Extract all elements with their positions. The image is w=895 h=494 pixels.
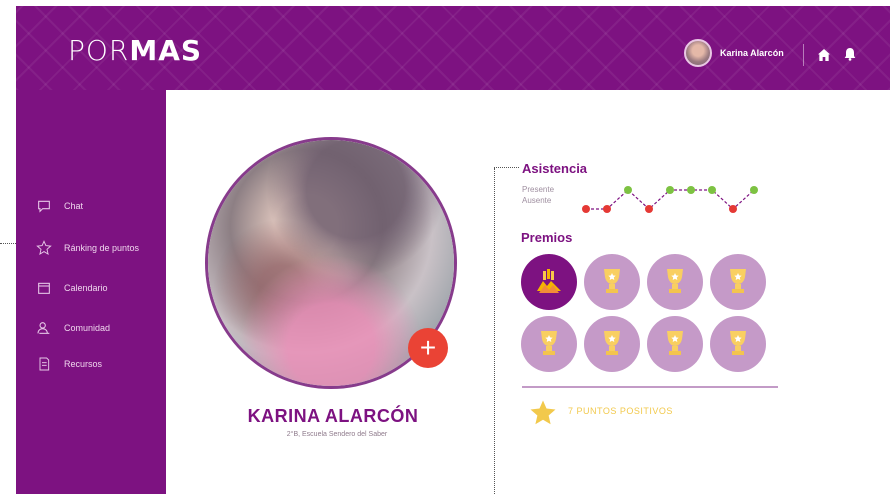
- header-divider: [803, 44, 804, 66]
- app-frame: PORMAS Karina Alarcón Chat Ránking de pu…: [16, 6, 890, 494]
- sidebar-item-ranking[interactable]: Ránking de puntos: [36, 238, 139, 258]
- attendance-point[interactable]: [729, 205, 737, 213]
- award-badge-earned[interactable]: [521, 254, 577, 310]
- dotted-guide-horizontal: [494, 167, 519, 168]
- positive-points-label: 7 PUNTOS POSITIVOS: [568, 406, 673, 416]
- attendance-point[interactable]: [687, 186, 695, 194]
- chat-icon: [38, 200, 50, 213]
- hands-icon: [537, 269, 561, 293]
- trophy-icon: [730, 269, 746, 293]
- award-badge[interactable]: [521, 316, 577, 372]
- attendance-point[interactable]: [624, 186, 632, 194]
- resources-icon: [39, 357, 50, 371]
- left-dotted-guide: [0, 243, 16, 244]
- student-school: 2°B, Escuela Sendero del Saber: [286, 431, 388, 438]
- add-photo-button[interactable]: +: [408, 328, 448, 368]
- trophy-icon: [730, 331, 746, 355]
- sidebar-item-label: Recursos: [64, 359, 103, 369]
- star-icon: [36, 240, 52, 255]
- award-badge[interactable]: [584, 316, 640, 372]
- community-icon: [37, 322, 50, 334]
- award-badge[interactable]: [710, 316, 766, 372]
- trophy-icon: [541, 331, 557, 355]
- positive-points-star-icon: [530, 400, 556, 425]
- attendance-point[interactable]: [603, 205, 611, 213]
- app-logo[interactable]: PORMAS: [68, 34, 202, 67]
- sidebar-item-label: Comunidad: [64, 323, 111, 333]
- awards-divider: [522, 386, 778, 388]
- sidebar: Chat Ránking de puntos Calendario Comuni…: [16, 90, 166, 494]
- award-badge[interactable]: [710, 254, 766, 310]
- dotted-guide-vertical: [494, 168, 495, 494]
- attendance-point[interactable]: [645, 205, 653, 213]
- trophy-icon: [604, 269, 620, 293]
- attendance-title: Asistencia: [522, 161, 588, 176]
- sidebar-item-community[interactable]: Comunidad: [36, 318, 110, 338]
- sidebar-item-resources[interactable]: Recursos: [36, 354, 102, 374]
- attendance-point[interactable]: [666, 186, 674, 194]
- logo-part-1: POR: [68, 34, 130, 67]
- trophy-icon: [667, 269, 683, 293]
- student-name: KARINA ALARCÓN: [247, 406, 419, 426]
- trophy-icon: [604, 331, 620, 355]
- user-name: Karina Alarcón: [720, 48, 784, 58]
- award-badge[interactable]: [647, 316, 703, 372]
- notification-bell-icon[interactable]: [842, 46, 858, 62]
- sidebar-item-label: Calendario: [64, 283, 108, 293]
- attendance-point[interactable]: [750, 186, 758, 194]
- sidebar-item-label: Ránking de puntos: [64, 243, 140, 253]
- trophy-icon: [667, 331, 683, 355]
- home-icon[interactable]: [816, 47, 832, 63]
- sidebar-item-chat[interactable]: Chat: [36, 196, 83, 216]
- sidebar-item-label: Chat: [64, 201, 84, 211]
- logo-part-2: MAS: [129, 34, 203, 67]
- award-badge[interactable]: [584, 254, 640, 310]
- attendance-point[interactable]: [582, 205, 590, 213]
- attendance-point[interactable]: [708, 186, 716, 194]
- avatar: [684, 39, 712, 67]
- top-header: PORMAS Karina Alarcón: [16, 6, 890, 90]
- calendar-icon: [38, 282, 50, 294]
- sidebar-item-calendar[interactable]: Calendario: [36, 278, 108, 298]
- legend-absent: Ausente: [522, 196, 552, 205]
- attendance-chart: [582, 186, 758, 213]
- legend-present: Presente: [522, 185, 555, 194]
- awards-title: Premios: [521, 230, 573, 245]
- award-badge[interactable]: [647, 254, 703, 310]
- user-profile[interactable]: Karina Alarcón: [684, 39, 784, 67]
